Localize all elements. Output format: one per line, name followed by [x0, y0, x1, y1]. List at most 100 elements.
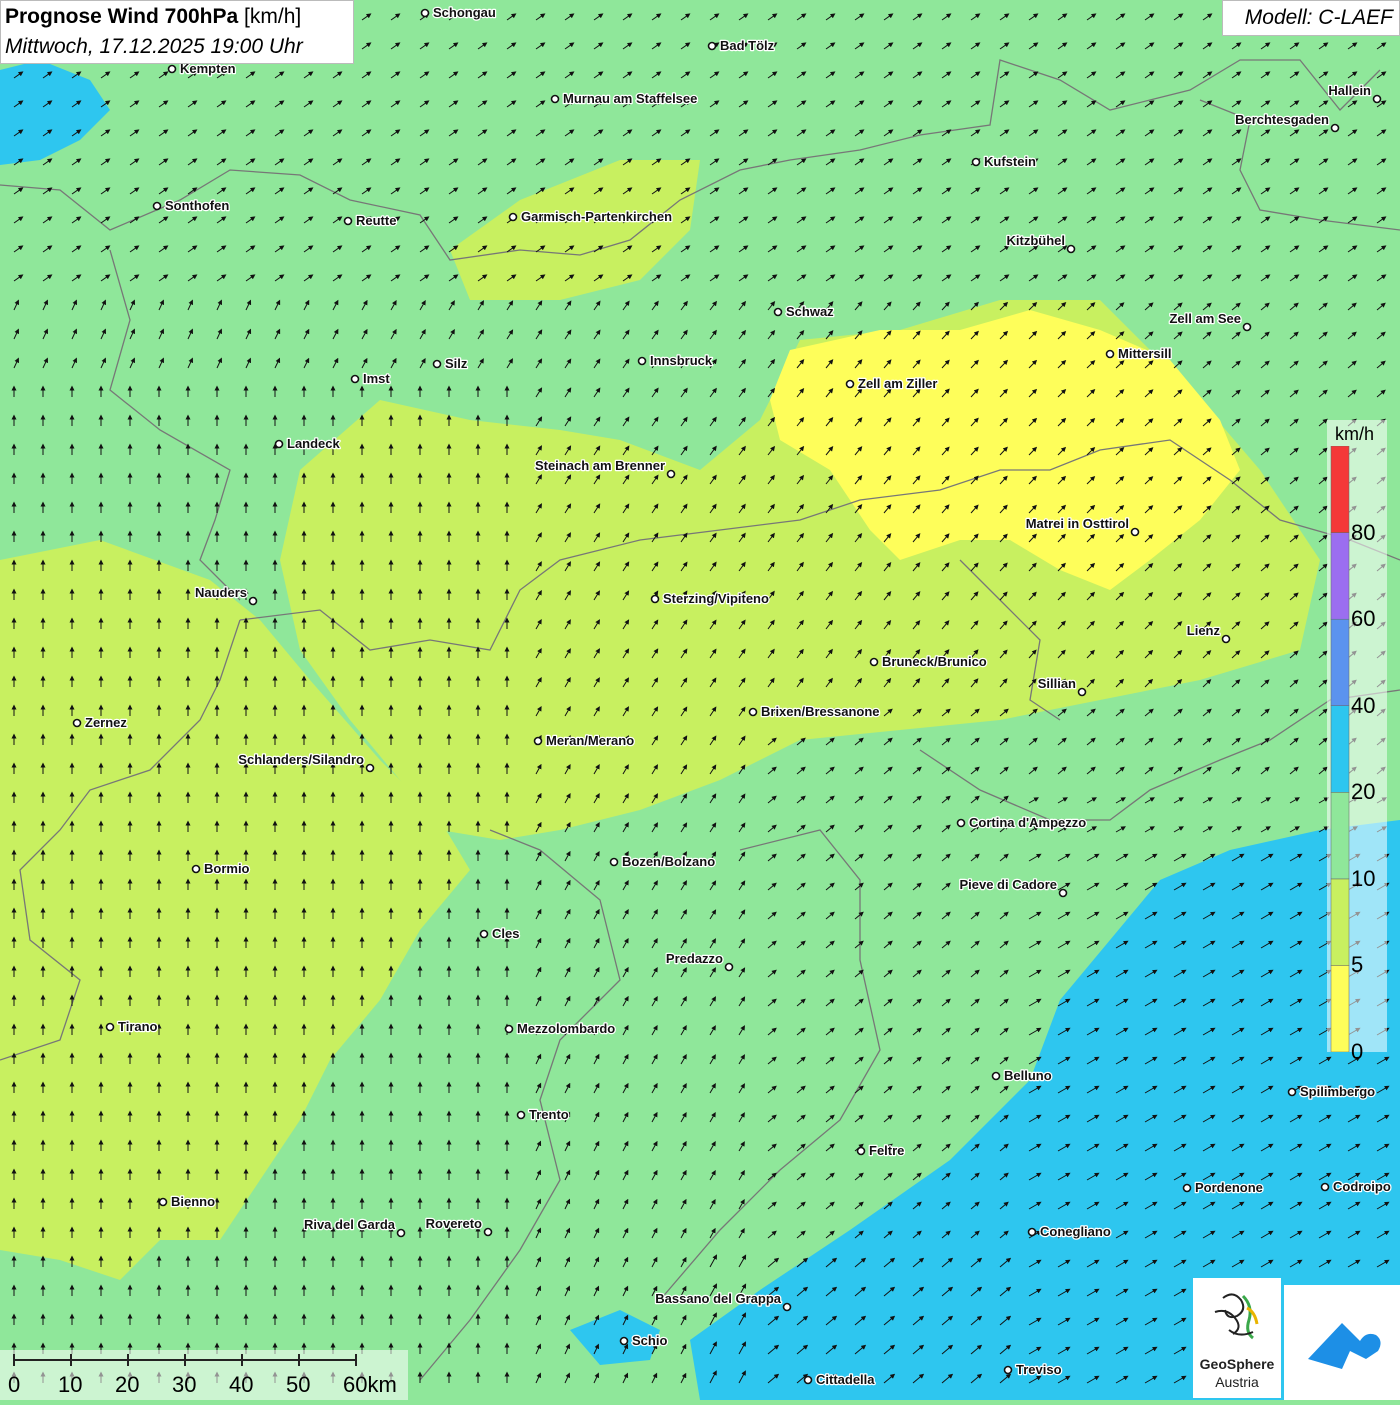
city-marker: Brixen/Bressanone [748, 703, 881, 720]
city-label: Silz [445, 356, 468, 371]
city-dot [1066, 244, 1076, 254]
city-dot [773, 307, 783, 317]
city-label: Meran/Merano [546, 733, 634, 748]
city-dot [956, 818, 966, 828]
legend-tick-label: 80 [1351, 519, 1376, 545]
scale-bar: 0 10 20 30 40 50 60km [0, 1350, 408, 1400]
city-label: Sterzing/Vipiteno [663, 591, 769, 606]
city-dot [782, 1302, 792, 1312]
wind-map: SchongauBad TölzKemptenMurnau am Staffel… [0, 0, 1400, 1400]
legend-unit: km/h [1335, 424, 1375, 444]
city-dot [248, 596, 258, 606]
city-marker: Bruneck/Brunico [869, 653, 988, 670]
city-marker: Cittadella [803, 1371, 877, 1388]
legend-tick-label: 0 [1351, 1039, 1364, 1064]
city-label: Bruneck/Brunico [882, 654, 987, 669]
city-dot [971, 157, 981, 167]
city-label: Innsbruck [650, 353, 713, 368]
city-label: Riva del Garda [304, 1217, 396, 1232]
city-marker: Spilimbergo [1287, 1083, 1376, 1100]
city-dot [343, 216, 353, 226]
city-dot [533, 736, 543, 746]
city-label: Rovereto [426, 1216, 482, 1231]
city-dot [158, 1197, 168, 1207]
city-label: Mezzolombardo [517, 1021, 615, 1036]
city-label: Matrei in Osttirol [1026, 516, 1129, 531]
city-label: Schlanders/Silandro [238, 752, 364, 767]
city-dot [1221, 634, 1231, 644]
legend-tick-label: 20 [1351, 779, 1376, 805]
city-label: Landeck [287, 436, 341, 451]
city-label: Zell am Ziller [858, 376, 937, 391]
city-dot [803, 1375, 813, 1385]
city-dot [191, 864, 201, 874]
city-label: Bad Tölz [720, 38, 775, 53]
geosphere-swirl-icon [1214, 1293, 1259, 1340]
city-dot [1182, 1183, 1192, 1193]
city-dot [105, 1022, 115, 1032]
city-dot [1077, 687, 1087, 697]
city-dot [550, 94, 560, 104]
city-dot [1058, 888, 1068, 898]
wetter-app-icon [1308, 1323, 1381, 1369]
city-label: Bormio [204, 861, 250, 876]
legend-tick-label: 60 [1351, 606, 1376, 632]
map-title: Prognose Wind 700hPa [km/h] [5, 5, 301, 29]
city-dot [637, 356, 647, 366]
city-dot [479, 929, 489, 939]
title-variable: Prognose Wind 700hPa [5, 5, 239, 28]
city-dot [707, 41, 717, 51]
city-dot [432, 359, 442, 369]
city-label: Imst [363, 371, 390, 386]
city-marker: Conegliano [1027, 1223, 1112, 1240]
legend-color-segment [1330, 965, 1350, 1052]
city-dot [609, 857, 619, 867]
city-label: Bozen/Bolzano [622, 854, 715, 869]
city-dot [1287, 1087, 1297, 1097]
city-label: Schio [632, 1333, 667, 1348]
city-label: Hallein [1328, 83, 1371, 98]
scale-label: 30 [172, 1372, 197, 1397]
city-dot [516, 1110, 526, 1120]
city-label: Cittadella [816, 1372, 875, 1387]
city-label: Trento [529, 1107, 569, 1122]
city-dot [152, 201, 162, 211]
city-dot [420, 8, 430, 18]
city-dot [365, 763, 375, 773]
city-label: Sillian [1038, 676, 1076, 691]
geosphere-logo[interactable]: GeoSphere Austria [1193, 1278, 1281, 1398]
city-dot [350, 374, 360, 384]
city-label: Feltre [869, 1143, 904, 1158]
legend-color-segment [1330, 878, 1350, 966]
city-dot [991, 1071, 1001, 1081]
city-dot [396, 1228, 406, 1238]
city-label: Nauders [195, 585, 247, 600]
geosphere-name: GeoSphere [1199, 1356, 1275, 1372]
city-label: Murnau am Staffelsee [563, 91, 697, 106]
scale-label: 50 [286, 1372, 311, 1397]
city-dot [1105, 349, 1115, 359]
city-marker: Cortina d'Ampezzo [956, 814, 1088, 831]
city-label: Conegliano [1040, 1224, 1111, 1239]
legend-tick-label: 5 [1351, 952, 1364, 978]
legend-color-segment [1330, 532, 1350, 620]
city-dot [1242, 322, 1252, 332]
city-marker: Sterzing/Vipiteno [650, 590, 770, 607]
scale-label: 0 [8, 1372, 21, 1397]
city-label: Belluno [1004, 1068, 1052, 1083]
city-dot [724, 962, 734, 972]
model-label: Modell: C-LAEF [1244, 6, 1393, 29]
city-label: Kitzbühel [1007, 233, 1066, 248]
city-dot [1330, 123, 1340, 133]
city-label: Brixen/Bressanone [761, 704, 880, 719]
city-dot [748, 707, 758, 717]
city-label: Codroipo [1333, 1179, 1391, 1194]
city-dot [869, 657, 879, 667]
city-label: Pieve di Cadore [959, 877, 1057, 892]
city-label: Zell am See [1169, 311, 1241, 326]
app-logo[interactable] [1284, 1285, 1400, 1400]
city-label: Spilimbergo [1300, 1084, 1375, 1099]
legend-color-segment [1330, 792, 1350, 880]
city-label: Schwaz [786, 304, 834, 319]
city-dot [508, 212, 518, 222]
